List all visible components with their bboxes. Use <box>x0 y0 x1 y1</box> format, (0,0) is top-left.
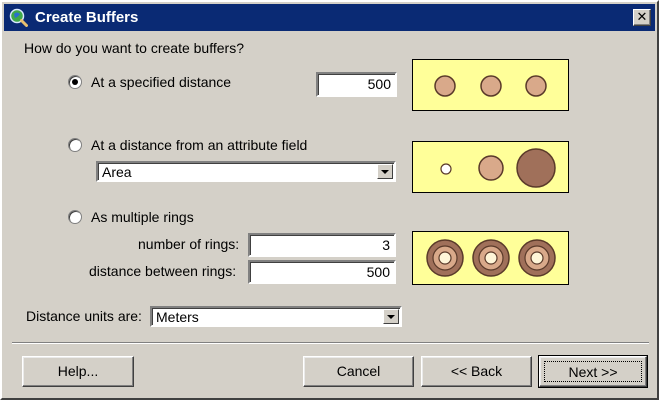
close-button[interactable]: ✕ <box>633 9 651 26</box>
distance-between-rings-value: 500 <box>366 264 390 280</box>
footer-separator <box>12 342 649 344</box>
attribute-field-select[interactable]: Area <box>96 161 396 182</box>
multiple-rings-label: As multiple rings <box>91 209 194 225</box>
multiple-rings-preview <box>412 231 569 285</box>
distance-input[interactable]: 500 <box>316 72 397 97</box>
radio-selected-dot <box>72 79 78 85</box>
distance-units-label: Distance units are: <box>26 308 142 324</box>
attribute-field-label: At a distance from an attribute field <box>91 137 308 153</box>
variable-buffers-icon <box>440 148 556 188</box>
distance-units-select[interactable]: Meters <box>150 306 402 327</box>
next-button-label: Next >> <box>568 364 618 380</box>
title-bar[interactable]: Create Buffers ✕ <box>4 4 655 31</box>
specified-distance-preview <box>412 59 569 111</box>
number-of-rings-value: 3 <box>382 237 390 253</box>
distance-units-value: Meters <box>156 309 199 325</box>
number-of-rings-input[interactable]: 3 <box>248 233 396 257</box>
globe-magnifier-icon <box>9 8 28 27</box>
help-button-label: Help... <box>57 363 99 379</box>
specified-distance-radio[interactable] <box>68 75 82 89</box>
focus-rectangle: Next >> <box>544 361 642 382</box>
dropdown-arrow-icon[interactable] <box>377 164 393 179</box>
attribute-field-value: Area <box>102 164 132 180</box>
close-icon: ✕ <box>636 9 648 24</box>
attribute-field-preview <box>412 141 569 193</box>
distance-between-rings-label: distance between rings: <box>89 263 237 279</box>
create-buffers-dialog: Create Buffers ✕ How do you want to crea… <box>0 0 659 400</box>
attribute-field-radio[interactable] <box>68 138 82 152</box>
multiple-rings-radio[interactable] <box>68 210 82 224</box>
cancel-button-label: Cancel <box>336 363 381 379</box>
distance-between-rings-input[interactable]: 500 <box>248 260 396 284</box>
back-button-label: << Back <box>450 363 503 379</box>
distance-value: 500 <box>367 76 391 92</box>
next-button[interactable]: Next >> <box>538 355 648 388</box>
cancel-button[interactable]: Cancel <box>303 356 414 387</box>
question-label: How do you want to create buffers? <box>24 40 244 56</box>
window-title: Create Buffers <box>35 9 139 26</box>
ring-buffers-icon <box>426 239 556 277</box>
help-button[interactable]: Help... <box>22 356 134 387</box>
dropdown-arrow-icon[interactable] <box>383 309 399 324</box>
equal-buffers-icon <box>434 75 547 97</box>
back-button[interactable]: << Back <box>421 356 532 387</box>
specified-distance-label: At a specified distance <box>91 74 232 90</box>
number-of-rings-label: number of rings: <box>138 236 240 252</box>
